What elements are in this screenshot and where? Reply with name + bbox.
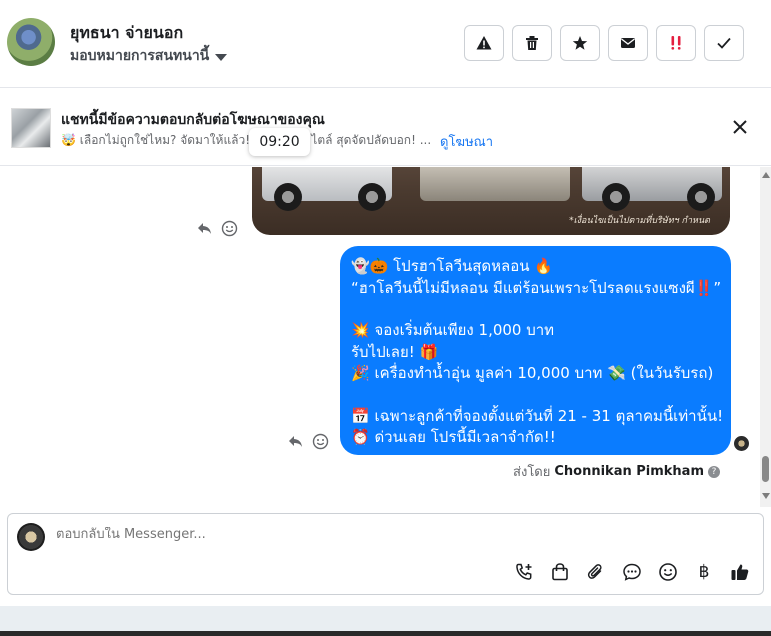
assign-conversation-dropdown[interactable]: มอบหมายการสนทนานี้ xyxy=(70,45,228,67)
report-button[interactable] xyxy=(464,25,504,61)
timestamp-tooltip: 09:20 xyxy=(249,128,310,156)
reply-icon[interactable] xyxy=(287,433,304,450)
mark-unread-button[interactable] xyxy=(608,25,648,61)
message-line: ⏰ ด่วนเลย โปรนี้มีเวลาจำกัด!! xyxy=(351,428,556,446)
image-attachment[interactable]: *เงื่อนไขเป็นไปตามที่บริษัทฯ กำหนด xyxy=(252,167,730,235)
caret-down-icon xyxy=(215,53,228,61)
composer-toolbar: ฿ xyxy=(513,561,751,583)
image-message-actions xyxy=(196,220,238,237)
reply-composer: ฿ xyxy=(7,513,764,595)
promo-message-actions xyxy=(287,433,329,450)
ad-reply-banner: แชทนี้มีข้อความตอบกลับต่อโฆษณาของคุณ 🤯 เ… xyxy=(0,88,771,166)
scroll-up-arrow-icon[interactable] xyxy=(762,172,770,178)
sender-avatar xyxy=(734,436,749,451)
star-icon xyxy=(572,36,588,50)
wheel-shape xyxy=(602,183,630,211)
message-line: 🎉 เครื่องทำน้ำอุ่น มูลค่า 10,000 บาท 💸 (… xyxy=(351,364,714,382)
taskbar-edge xyxy=(0,631,771,636)
header-actions xyxy=(464,25,744,61)
mark-done-button[interactable] xyxy=(704,25,744,61)
wheel-shape xyxy=(358,183,386,211)
ad-subtitle-head: 🤯 เลือกไม่ถูกใช่ไหม? จัดมาให้แล้ว! C xyxy=(61,133,263,147)
ad-subtitle-tail: ไตล์ สุดจัดปลัดบอก! ... xyxy=(311,133,432,147)
car-shape xyxy=(420,167,570,201)
wheel-shape xyxy=(274,183,302,211)
paperclip-icon[interactable] xyxy=(585,561,607,583)
ad-thumbnail[interactable] xyxy=(11,108,51,148)
bag-icon xyxy=(552,563,568,581)
message-scrollbar[interactable] xyxy=(760,167,771,507)
emoji-icon[interactable] xyxy=(657,561,679,583)
wheel-shape xyxy=(687,183,715,211)
phone-plus-icon xyxy=(516,563,532,580)
sent-by-name: Chonnikan Pimkham xyxy=(554,464,704,479)
double-exclaim-icon xyxy=(671,36,681,50)
sent-by-prefix: ส่งโดย xyxy=(513,465,551,480)
scroll-down-arrow-icon[interactable] xyxy=(762,493,770,499)
contact-avatar[interactable] xyxy=(7,18,55,66)
car-shape xyxy=(582,167,722,211)
emoji-reaction-icon[interactable] xyxy=(312,433,329,450)
help-icon[interactable]: ? xyxy=(708,465,720,478)
call-add-icon[interactable] xyxy=(513,561,535,583)
message-line: รับไปเลย! 🎁 xyxy=(351,342,439,361)
shopping-bag-icon[interactable] xyxy=(549,561,571,583)
message-line: 📅 เฉพาะลูกค้าที่จองตั้งแต่วันที่ 21 - 31… xyxy=(351,406,724,425)
smiley-icon xyxy=(659,563,677,581)
reply-input[interactable] xyxy=(56,527,656,542)
sent-by-label: ส่งโดย Chonnikan Pimkham ? xyxy=(513,461,720,482)
ad-banner-subtitle: 🤯 เลือกไม่ถูกใช่ไหม? จัดมาให้แล้ว! C ไตล์… xyxy=(61,131,431,150)
message-line: 💥 จองเริ่มต้นเพียง 1,000 บาท xyxy=(351,321,555,339)
like-icon xyxy=(731,564,749,580)
delete-button[interactable] xyxy=(512,25,552,61)
conversation-header: ยุทธนา จ่ายนอก มอบหมายการสนทนานี้ xyxy=(0,0,771,88)
image-caption: *เงื่อนไขเป็นไปตามที่บริษัทฯ กำหนด xyxy=(569,216,710,226)
follow-up-button[interactable] xyxy=(656,25,696,61)
assign-label: มอบหมายการสนทนานี้ xyxy=(70,48,210,64)
close-icon[interactable] xyxy=(731,118,749,136)
baht-icon[interactable]: ฿ xyxy=(693,561,715,583)
message-list: *เงื่อนไขเป็นไปตามที่บริษัทฯ กำหนด 👻🎃 โป… xyxy=(0,167,760,507)
scrollbar-thumb[interactable] xyxy=(762,456,769,482)
trash-icon xyxy=(526,36,538,50)
thumbs-up-icon[interactable] xyxy=(729,561,751,583)
star-button[interactable] xyxy=(560,25,600,61)
message-line: “ฮาโลวีนนี้ไม่มีหลอน มีแต่ร้อนเพราะโปรลด… xyxy=(351,278,722,297)
message-line: 👻🎃 โปรฮาโลวีนสุดหลอน 🔥 xyxy=(351,257,553,275)
attach-icon xyxy=(587,564,602,579)
chat-bubble-icon[interactable] xyxy=(621,561,643,583)
car-shape xyxy=(262,167,392,211)
promo-message-bubble[interactable]: 👻🎃 โปรฮาโลวีนสุดหลอน 🔥 “ฮาโลวีนนี้ไม่มีห… xyxy=(340,246,731,455)
saved-reply-icon xyxy=(623,563,641,581)
warning-icon xyxy=(476,36,492,50)
page-avatar xyxy=(17,523,45,551)
messenger-page: ยุทธนา จ่ายนอก มอบหมายการสนทนานี้ แชทนี้… xyxy=(0,0,771,636)
view-ad-link[interactable]: ดูโฆษณา xyxy=(440,131,493,152)
envelope-icon xyxy=(621,38,635,48)
reply-icon[interactable] xyxy=(196,220,213,237)
contact-name[interactable]: ยุทธนา จ่ายนอก xyxy=(70,21,183,46)
emoji-reaction-icon[interactable] xyxy=(221,220,238,237)
check-icon xyxy=(717,37,731,49)
